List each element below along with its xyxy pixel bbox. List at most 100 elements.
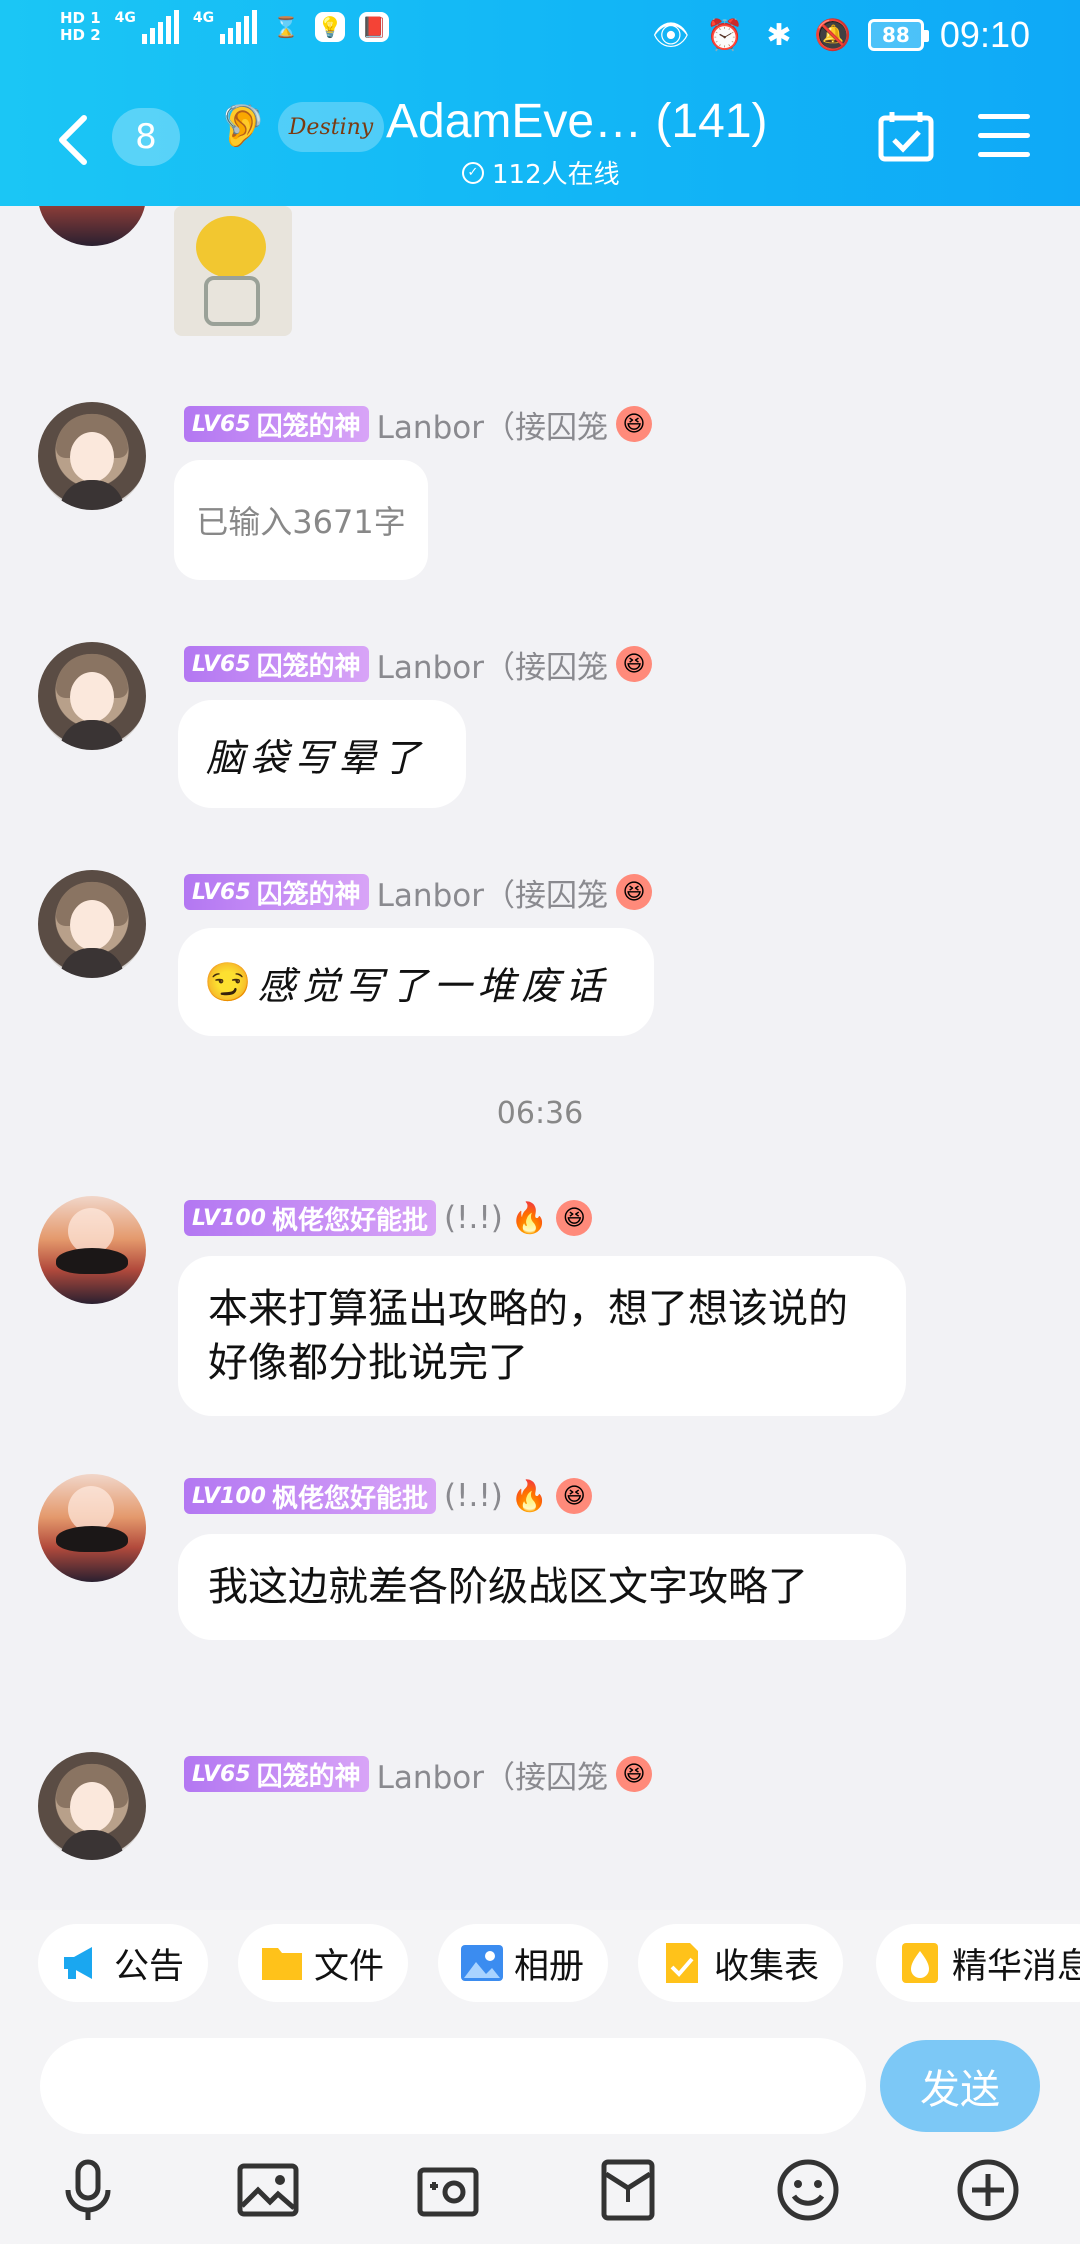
group-title[interactable]: AdamEve… (141) — [386, 94, 768, 149]
message-item: LV65 囚笼的神 Lanbor（接囚笼 😆 — [0, 1746, 1080, 1886]
shortcut-files[interactable]: 文件 — [238, 1924, 409, 2002]
message-bubble[interactable]: 脑袋写晕了 — [178, 700, 466, 808]
back-arrow-icon[interactable] — [52, 112, 96, 168]
emoji-icon: 😆 — [615, 646, 652, 682]
message-list[interactable]: LV65 囚笼的神 Lanbor（接囚笼 😆 已输入3671字 LV65 囚笼的神 … — [0, 206, 1080, 1910]
avatar[interactable] — [38, 402, 146, 510]
mute-icon: 🔕 — [814, 17, 852, 53]
emoji-icon: 😆 — [615, 406, 652, 442]
essence-icon — [898, 1943, 942, 1983]
message-bubble[interactable]: 😏 感觉写了一堆废话 — [178, 928, 654, 1036]
signal-icon-2: 4G — [193, 10, 258, 44]
fire-icon: 🔥 — [510, 1200, 549, 1236]
message-item: LV65 囚笼的神 Lanbor（接囚笼 😆 已输入3671字 — [0, 396, 1080, 616]
microphone-icon[interactable] — [54, 2156, 122, 2224]
level-badge: LV65 囚笼的神 — [184, 406, 369, 442]
sender-row: LV65 囚笼的神 Lanbor（接囚笼 😆 — [184, 870, 652, 915]
message-text: 感觉写了一堆废话 — [257, 963, 610, 1008]
sender-row: LV100 枫佬您好能批 (!.!) 🔥 😆 — [184, 1476, 593, 1516]
message-item: LV65 囚笼的神 Lanbor（接囚笼 😆 😏 感觉写了一堆废话 — [0, 864, 1080, 1064]
chat-header: HD 1 HD 2 4G 4G ⌛ 💡 📕 👁 ⏰ ✱ 🔕 88 09:10 8… — [0, 0, 1080, 206]
send-button[interactable]: 发送 — [880, 2040, 1040, 2132]
avatar[interactable] — [38, 870, 146, 978]
nav-bar: 8 🦻 Destiny AdamEve… (141) ✓ 112人在线 — [0, 80, 1080, 206]
book-icon: 📕 — [359, 12, 390, 42]
form-icon — [660, 1943, 704, 1983]
emoji-icon: 😆 — [556, 1200, 593, 1236]
level-badge: LV65 囚笼的神 — [184, 1756, 369, 1792]
sender-name[interactable]: Lanbor（接囚笼 — [377, 870, 608, 915]
message-item: LV65 囚笼的神 Lanbor（接囚笼 😆 脑袋写晕了 — [0, 636, 1080, 836]
message-text: 我这边就差各阶级战区文字攻略了 — [208, 1564, 808, 1610]
image-icon[interactable] — [234, 2156, 302, 2224]
group-logo: Destiny — [278, 102, 384, 152]
level-badge: LV100 枫佬您好能批 — [184, 1478, 436, 1514]
sender-row: LV65 囚笼的神 Lanbor（接囚笼 😆 — [184, 1752, 652, 1797]
clock: 09:10 — [939, 14, 1030, 55]
sender-name[interactable]: Lanbor（接囚笼 — [377, 402, 608, 447]
signal-icon: 4G — [115, 10, 179, 44]
lightbulb-icon: 💡 — [315, 12, 346, 42]
shortcut-announcement[interactable]: 公告 — [38, 1924, 209, 2002]
sender-row: LV100 枫佬您好能批 (!.!) 🔥 😆 — [184, 1198, 593, 1238]
camera-icon[interactable] — [414, 2156, 482, 2224]
message-bubble[interactable]: 我这边就差各阶级战区文字攻略了 — [178, 1534, 906, 1640]
folder-icon — [260, 1943, 304, 1983]
alarm-icon: ⏰ — [706, 17, 744, 53]
message-bubble[interactable]: 本来打算猛出攻略的，想了想该说的好像都分批说完了 — [178, 1256, 906, 1416]
avatar[interactable] — [38, 206, 146, 246]
sender-name[interactable]: (!.!) — [444, 1200, 503, 1236]
avatar[interactable] — [38, 1752, 146, 1860]
avatar[interactable] — [38, 642, 146, 750]
sender-row: LV65 囚笼的神 Lanbor（接囚笼 😆 — [184, 642, 652, 687]
emoji-icon: 😆 — [615, 1756, 652, 1792]
shortcut-bar[interactable]: 公告 文件 相册 收集表 精华消息 — [0, 1910, 1080, 2030]
megaphone-icon — [60, 1943, 104, 1983]
message-item: LV100 枫佬您好能批 (!.!) 🔥 😆 我这边就差各阶级战区文字攻略了 — [0, 1468, 1080, 1708]
sender-name[interactable]: Lanbor（接囚笼 — [377, 1752, 608, 1797]
sender-name[interactable]: (!.!) — [444, 1478, 503, 1514]
sender-name[interactable]: Lanbor（接囚笼 — [377, 642, 608, 687]
emoji-icon: 😆 — [615, 874, 652, 910]
sim1-label: HD 1 — [60, 9, 101, 27]
battery-icon: 88 — [867, 19, 929, 51]
shortcut-form[interactable]: 收集表 — [638, 1924, 844, 2002]
sim-labels: HD 1 HD 2 — [60, 10, 101, 44]
emoji-icon[interactable] — [774, 2156, 842, 2224]
avatar[interactable] — [38, 1196, 146, 1304]
shortcut-album[interactable]: 相册 — [438, 1924, 609, 2002]
level-badge: LV65 囚笼的神 — [184, 874, 369, 910]
message-text: 脑袋写晕了 — [206, 735, 427, 780]
avatar[interactable] — [38, 1474, 146, 1582]
red-packet-icon[interactable] — [594, 2156, 662, 2224]
message-input[interactable] — [40, 2038, 866, 2134]
sender-row: LV65 囚笼的神 Lanbor（接囚笼 😆 — [184, 402, 652, 447]
shortcut-essence[interactable]: 精华消息 — [876, 1924, 1080, 2002]
ear-icon[interactable]: 🦻 — [218, 102, 268, 149]
level-badge: LV100 枫佬您好能批 — [184, 1200, 436, 1236]
emoji-icon: 😆 — [556, 1478, 593, 1514]
bottom-toolbar — [0, 2140, 1080, 2244]
sticker-image[interactable] — [174, 206, 292, 336]
message-item: LV100 枫佬您好能批 (!.!) 🔥 😆 本来打算猛出攻略的，想了想该说的好像… — [0, 1190, 1080, 1430]
fire-icon: 🔥 — [510, 1478, 549, 1514]
menu-icon[interactable] — [978, 114, 1030, 158]
photo-album-icon — [460, 1943, 504, 1983]
online-text: 112人在线 — [492, 160, 620, 190]
eye-icon: 👁 — [651, 17, 690, 53]
online-status[interactable]: ✓ 112人在线 — [462, 154, 620, 191]
timestamp: 06:36 — [496, 1096, 584, 1131]
unread-count-badge[interactable]: 8 — [112, 108, 180, 166]
bluetooth-icon: ✱ — [766, 17, 792, 53]
hourglass-icon: ⌛ — [273, 15, 299, 39]
smirk-emoji-icon: 😏 — [204, 959, 252, 1004]
level-badge: LV65 囚笼的神 — [184, 646, 369, 682]
calendar-check-icon[interactable] — [878, 110, 934, 162]
message-bubble[interactable]: 已输入3671字 — [174, 460, 428, 580]
sim2-label: HD 2 — [60, 26, 101, 44]
message-image-text: 已输入3671字 — [196, 503, 406, 541]
online-icon: ✓ — [462, 161, 484, 184]
input-row: 发送 — [0, 2030, 1080, 2140]
plus-icon[interactable] — [954, 2156, 1022, 2224]
message-item — [0, 206, 1080, 336]
